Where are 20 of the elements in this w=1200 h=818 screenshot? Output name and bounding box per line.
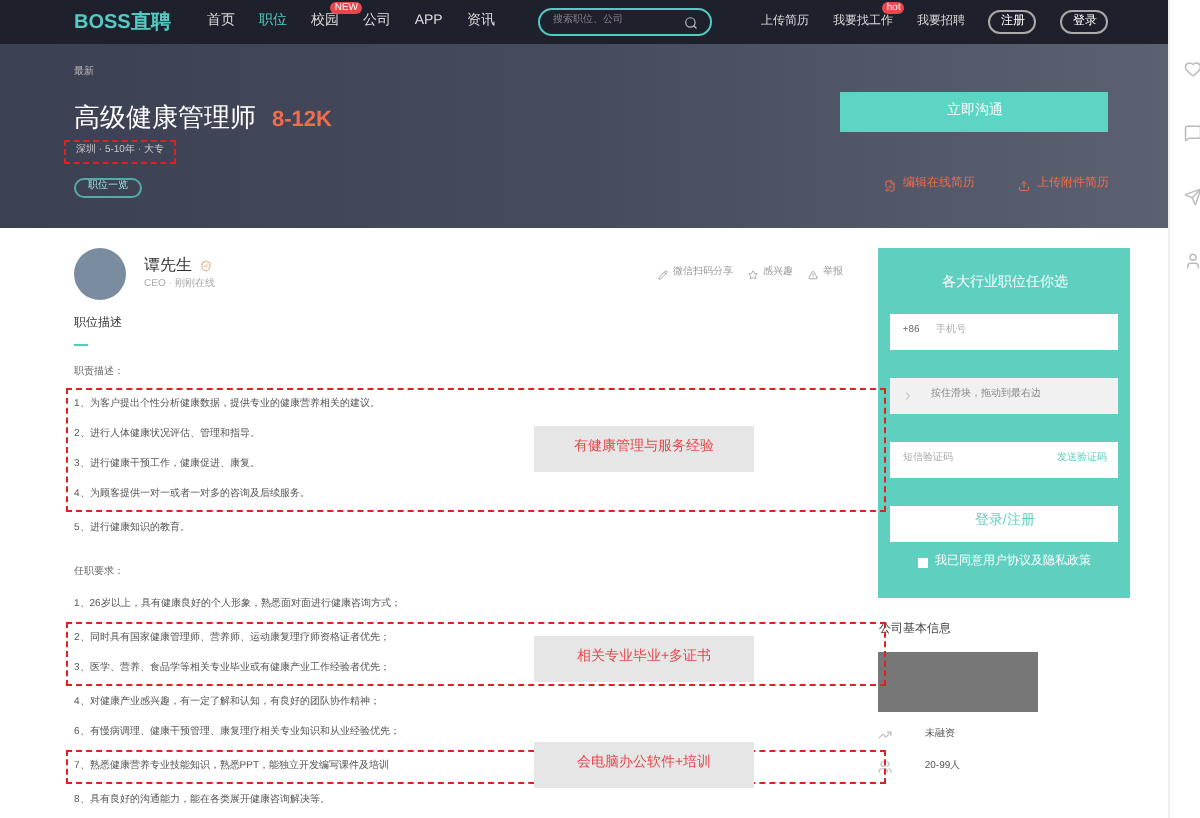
warning-icon	[808, 269, 819, 279]
edit-icon	[884, 179, 897, 191]
people-icon	[878, 759, 893, 774]
star-icon	[748, 269, 759, 279]
pencil-icon	[658, 269, 669, 279]
user-icon[interactable]	[1184, 252, 1200, 270]
chat-icon[interactable]	[1184, 124, 1200, 142]
heart-icon[interactable]	[1184, 60, 1200, 78]
chart-icon	[878, 728, 893, 743]
title-underline	[74, 344, 88, 346]
salary-text: 8-12K	[272, 105, 332, 135]
upload-icon	[1018, 179, 1031, 191]
search-icon	[684, 15, 699, 29]
send-icon[interactable]	[1184, 188, 1200, 206]
recruiter-name: 谭先生	[144, 254, 192, 278]
badge-icon	[200, 260, 212, 273]
site-logo[interactable]: BOSS直聘	[74, 7, 171, 37]
slider-handle-icon[interactable]	[902, 389, 915, 401]
agreement-checkbox[interactable]	[918, 557, 929, 567]
job-title: 高级健康管理师	[74, 99, 256, 135]
